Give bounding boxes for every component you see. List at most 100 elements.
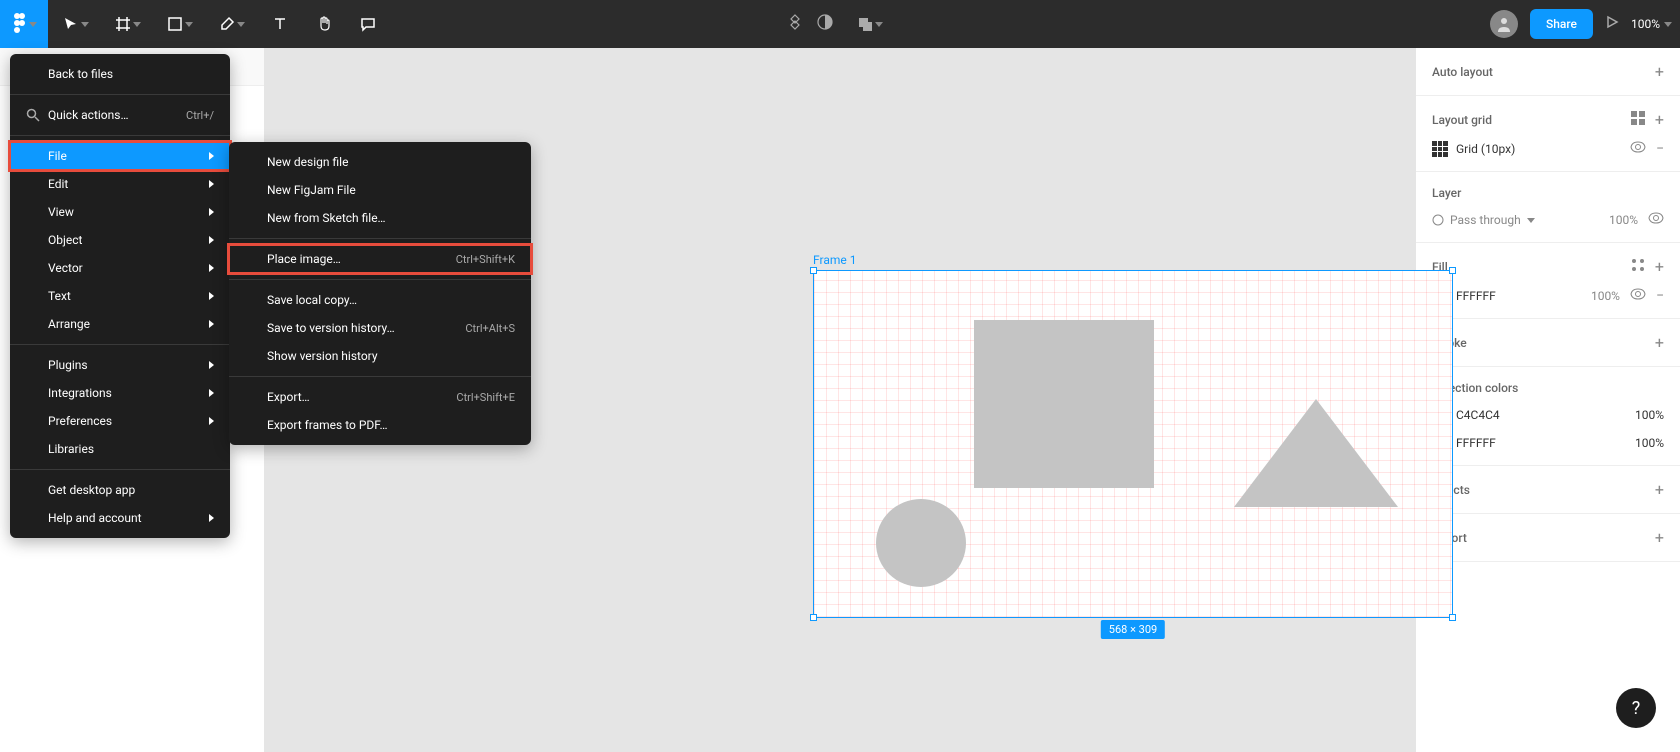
help-button[interactable]: ? [1616, 688, 1656, 728]
submenu-save-version[interactable]: Save to version history… Ctrl+Alt+S [229, 314, 531, 342]
chevron-down-icon [875, 22, 883, 27]
ellipse-shape[interactable] [876, 499, 966, 587]
share-button[interactable]: Share [1530, 9, 1593, 39]
rectangle-icon [167, 16, 183, 32]
section-title: Layer [1432, 186, 1461, 200]
chevron-down-icon [81, 22, 89, 27]
add-auto-layout[interactable]: + [1655, 62, 1664, 81]
frame-1[interactable]: 568 × 309 [813, 270, 1453, 618]
frame-tool[interactable] [104, 4, 152, 44]
chevron-right-icon [209, 389, 214, 397]
style-icon[interactable] [1631, 258, 1645, 275]
main-menu: Back to files Quick actions… Ctrl+/ File… [10, 54, 230, 538]
menu-help-account[interactable]: Help and account [10, 504, 230, 532]
shape-tool[interactable] [156, 4, 204, 44]
polygon-shape[interactable] [1234, 399, 1398, 507]
frame-icon [115, 16, 131, 32]
main-menu-button[interactable] [0, 0, 48, 48]
chevron-right-icon [209, 208, 214, 216]
menu-quick-actions[interactable]: Quick actions… Ctrl+/ [10, 101, 230, 129]
menu-object[interactable]: Object [10, 226, 230, 254]
pen-tool[interactable] [208, 4, 256, 44]
export-section: Export + [1416, 514, 1680, 562]
submenu-place-image[interactable]: Place image… Ctrl+Shift+K [229, 245, 531, 273]
menu-arrange[interactable]: Arrange [10, 310, 230, 338]
remove-grid[interactable]: − [1656, 141, 1664, 157]
menu-view[interactable]: View [10, 198, 230, 226]
menu-vector[interactable]: Vector [10, 254, 230, 282]
blend-mode-select[interactable]: Pass through [1432, 213, 1535, 227]
chevron-right-icon [209, 180, 214, 188]
text-tool[interactable] [260, 4, 300, 44]
sel-color-hex[interactable]: FFFFFF [1456, 436, 1496, 450]
menu-text[interactable]: Text [10, 282, 230, 310]
frame-label[interactable]: Frame 1 [813, 253, 856, 267]
menu-edit[interactable]: Edit [10, 170, 230, 198]
menu-separator [229, 376, 531, 377]
menu-plugins[interactable]: Plugins [10, 351, 230, 379]
mask-icon[interactable] [816, 13, 834, 36]
toolbar-right: Share 100% [1490, 9, 1672, 39]
sel-color-opacity[interactable]: 100% [1635, 436, 1664, 450]
add-effect[interactable]: + [1655, 480, 1664, 499]
add-grid[interactable]: + [1655, 110, 1664, 129]
chevron-right-icon [209, 292, 214, 300]
grid-settings-icon[interactable] [1631, 111, 1645, 128]
menu-file[interactable]: File [10, 142, 230, 170]
effects-section: Effects + [1416, 466, 1680, 514]
auto-layout-section: Auto layout + [1416, 48, 1680, 96]
selection-handle[interactable] [1449, 614, 1456, 621]
chevron-right-icon [209, 236, 214, 244]
menu-integrations[interactable]: Integrations [10, 379, 230, 407]
file-submenu: New design file New FigJam File New from… [229, 142, 531, 445]
boolean-tool[interactable] [846, 4, 894, 44]
stroke-section: Stroke + [1416, 319, 1680, 367]
submenu-new-design[interactable]: New design file [229, 148, 531, 176]
layer-section: Layer Pass through 100% [1416, 172, 1680, 243]
avatar[interactable] [1490, 10, 1518, 38]
add-fill[interactable]: + [1655, 257, 1664, 276]
hand-tool[interactable] [304, 4, 344, 44]
toolbar-left [8, 0, 388, 48]
layer-opacity[interactable]: 100% [1609, 213, 1638, 227]
grid-label[interactable]: Grid (10px) [1456, 142, 1515, 156]
add-stroke[interactable]: + [1655, 333, 1664, 352]
move-tool[interactable] [52, 4, 100, 44]
visibility-toggle[interactable] [1630, 288, 1646, 304]
add-export[interactable]: + [1655, 528, 1664, 547]
sel-color-hex[interactable]: C4C4C4 [1456, 408, 1500, 422]
menu-get-desktop[interactable]: Get desktop app [10, 476, 230, 504]
fill-opacity[interactable]: 100% [1591, 289, 1620, 303]
zoom-control[interactable]: 100% [1631, 17, 1672, 31]
submenu-new-figjam[interactable]: New FigJam File [229, 176, 531, 204]
union-icon [857, 16, 873, 32]
visibility-toggle[interactable] [1630, 141, 1646, 157]
dimension-badge: 568 × 309 [1101, 620, 1165, 639]
submenu-export-pdf[interactable]: Export frames to PDF… [229, 411, 531, 439]
submenu-save-local[interactable]: Save local copy… [229, 286, 531, 314]
selection-handle[interactable] [1449, 267, 1456, 274]
menu-back-to-files[interactable]: Back to files [10, 60, 230, 88]
fill-section: Fill + FFFFFF 100% − [1416, 243, 1680, 319]
grid-type-icon[interactable] [1432, 141, 1448, 157]
chevron-right-icon [209, 264, 214, 272]
comment-tool[interactable] [348, 4, 388, 44]
menu-preferences[interactable]: Preferences [10, 407, 230, 435]
present-button[interactable] [1605, 15, 1619, 33]
comment-icon [360, 16, 376, 32]
submenu-new-sketch[interactable]: New from Sketch file… [229, 204, 531, 232]
submenu-export[interactable]: Export… Ctrl+Shift+E [229, 383, 531, 411]
menu-libraries[interactable]: Libraries [10, 435, 230, 463]
component-icon[interactable] [786, 13, 804, 36]
selection-handle[interactable] [810, 614, 817, 621]
fill-hex[interactable]: FFFFFF [1456, 289, 1496, 303]
visibility-toggle[interactable] [1648, 212, 1664, 228]
sel-color-opacity[interactable]: 100% [1635, 408, 1664, 422]
rectangle-shape[interactable] [974, 320, 1154, 488]
selection-handle[interactable] [810, 267, 817, 274]
submenu-show-version[interactable]: Show version history [229, 342, 531, 370]
right-panel: Auto layout + Layout grid + [1415, 48, 1680, 752]
menu-separator [229, 279, 531, 280]
remove-fill[interactable]: − [1656, 288, 1664, 304]
chevron-down-icon [29, 22, 37, 27]
